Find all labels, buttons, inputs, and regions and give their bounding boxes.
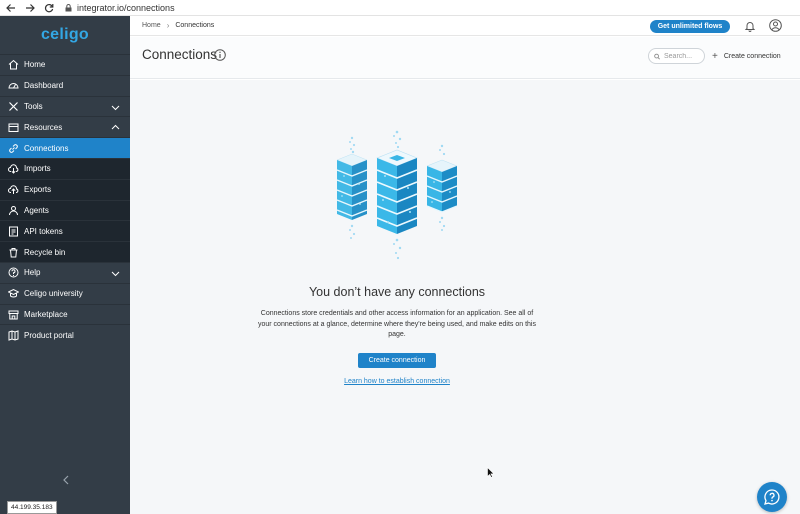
sidebar-item-label: Imports: [24, 164, 51, 174]
learn-connection-link[interactable]: Learn how to establish connection: [130, 378, 664, 385]
tools-icon: [8, 101, 19, 112]
sidebar-item-exports[interactable]: Exports: [0, 178, 130, 200]
university-icon: [8, 288, 19, 299]
imports-icon: [8, 163, 19, 175]
search-input[interactable]: [664, 52, 704, 60]
info-icon[interactable]: [214, 49, 226, 61]
create-connection-top-label: Create connection: [723, 53, 781, 60]
resources-icon: [8, 122, 19, 133]
sidebar-item-api-tokens[interactable]: API tokens: [0, 220, 130, 242]
top-header: Home › Connections Get unlimited flows: [130, 16, 800, 36]
page-title-bar: Connections + Create connection: [130, 37, 800, 79]
sidebar-item-label: Help: [24, 268, 41, 278]
help-icon: [8, 267, 19, 278]
api-tokens-icon: [8, 226, 19, 237]
sidebar-item-label: API tokens: [24, 226, 63, 236]
address-bar[interactable]: integrator.io/connections: [65, 3, 175, 13]
right-server-stack: [426, 144, 458, 231]
chevron-down-icon: [111, 105, 120, 110]
celigo-logo[interactable]: celigo: [0, 16, 130, 54]
empty-state-description: Connections store credentials and other …: [257, 310, 536, 338]
agents-icon: [8, 205, 19, 216]
sidebar-item-label: Product portal: [24, 330, 74, 340]
empty-state-title: You don’t have any connections: [308, 285, 486, 299]
sidebar-item-tools[interactable]: Tools: [0, 95, 130, 117]
url-text: integrator.io/connections: [77, 2, 175, 13]
chevron-down-icon: [111, 271, 120, 277]
ip-address-label: 44.199.35.183: [7, 501, 57, 514]
recycle-bin-icon: [8, 247, 19, 258]
sidebar-item-label: Home: [24, 60, 46, 70]
mouse-cursor-icon: [487, 467, 495, 478]
bell-icon[interactable]: [744, 20, 756, 32]
browser-toolbar: integrator.io/connections: [0, 0, 800, 16]
sidebar-item-label: Resources: [24, 122, 63, 132]
sidebar: celigo Home Dashboard Tools Resources Co…: [0, 16, 130, 514]
collapse-sidebar-icon[interactable]: [61, 474, 71, 486]
sidebar-item-celigo-university[interactable]: Celigo university: [0, 282, 130, 304]
page-title: Connections: [142, 47, 218, 62]
lock-icon: [65, 3, 72, 11]
forward-button[interactable]: [21, 1, 38, 15]
sidebar-item-recycle-bin[interactable]: Recycle bin: [0, 241, 130, 262]
sidebar-item-label: Celigo university: [24, 289, 83, 299]
plus-icon: +: [712, 51, 718, 62]
sidebar-item-dashboard[interactable]: Dashboard: [0, 74, 130, 96]
exports-icon: [8, 184, 19, 195]
marketplace-icon: [8, 309, 19, 320]
sidebar-item-home[interactable]: Home: [0, 54, 130, 75]
sidebar-item-label: Connections: [24, 143, 69, 153]
sidebar-item-agents[interactable]: Agents: [0, 199, 130, 221]
product-portal-icon: [8, 330, 19, 341]
sidebar-item-label: Exports: [24, 185, 52, 195]
get-unlimited-flows-button[interactable]: Get unlimited flows: [650, 20, 730, 33]
dashboard-icon: [8, 80, 19, 91]
create-connection-top-button[interactable]: + Create connection: [712, 51, 781, 62]
breadcrumb-current: Connections: [175, 22, 215, 29]
sidebar-item-label: Marketplace: [24, 309, 68, 319]
sidebar-item-help[interactable]: Help: [0, 261, 130, 283]
center-server-stack: [376, 130, 418, 260]
connections-icon: [8, 143, 19, 154]
breadcrumb-home[interactable]: Home: [142, 22, 161, 29]
profile-icon[interactable]: [769, 19, 782, 32]
breadcrumb: Home › Connections: [142, 21, 214, 30]
sidebar-item-resources[interactable]: Resources: [0, 116, 130, 137]
create-connection-button[interactable]: Create connection: [358, 353, 436, 368]
sidebar-item-imports[interactable]: Imports: [0, 157, 130, 179]
sidebar-item-label: Dashboard: [24, 81, 64, 91]
help-chat-button[interactable]: [757, 482, 787, 512]
sidebar-item-marketplace[interactable]: Marketplace: [0, 303, 130, 325]
search-box[interactable]: [648, 48, 705, 64]
sidebar-item-label: Tools: [24, 101, 43, 111]
sidebar-item-label: Recycle bin: [24, 247, 66, 257]
arrow-right-icon: [25, 3, 35, 12]
reload-button[interactable]: [40, 1, 57, 15]
chevron-up-icon: [111, 125, 120, 130]
search-icon: [654, 53, 660, 59]
breadcrumb-separator-icon: ›: [166, 21, 170, 30]
arrow-left-icon: [5, 3, 15, 12]
reload-icon: [44, 3, 53, 12]
home-icon: [8, 59, 19, 70]
servers-illustration: [336, 130, 458, 260]
sidebar-item-connections[interactable]: Connections: [0, 137, 130, 158]
back-button[interactable]: [2, 1, 19, 15]
sidebar-item-product-portal[interactable]: Product portal: [0, 324, 130, 345]
question-bubble-icon: [764, 489, 780, 505]
sidebar-item-label: Agents: [24, 205, 49, 215]
left-server-stack: [336, 136, 368, 239]
main-content: You don’t have any connections Connectio…: [130, 80, 800, 514]
